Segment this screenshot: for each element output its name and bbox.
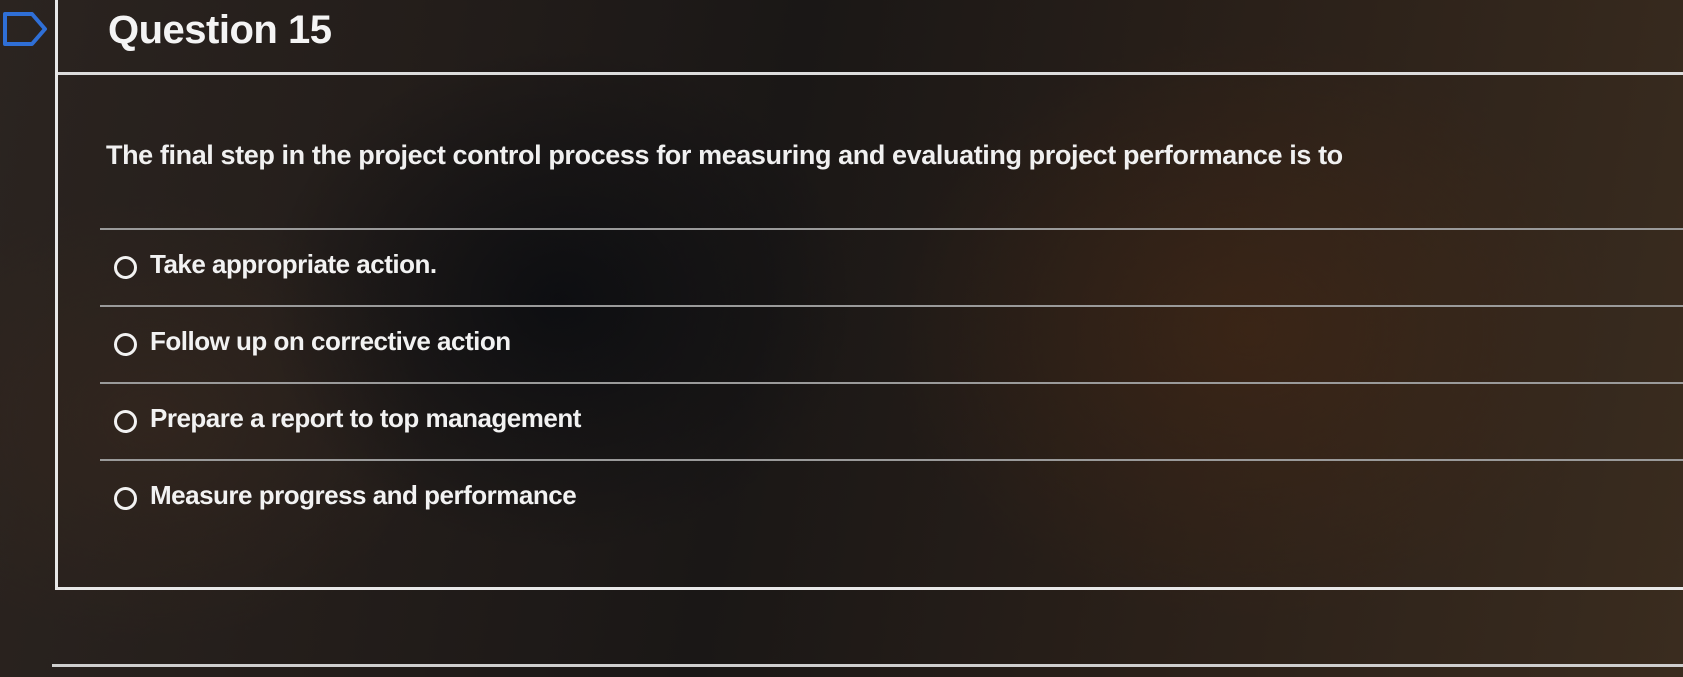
- radio-button[interactable]: [114, 333, 137, 356]
- question-title: Question 15: [108, 8, 332, 52]
- next-question-panel-edge: [52, 664, 1683, 667]
- answer-label[interactable]: Follow up on corrective action: [150, 326, 511, 357]
- question-text: The final step in the project control pr…: [106, 140, 1343, 170]
- answer-label[interactable]: Measure progress and performance: [150, 480, 577, 511]
- radio-button[interactable]: [114, 487, 137, 510]
- radio-button[interactable]: [114, 410, 137, 433]
- answer-option-2[interactable]: Follow up on corrective action: [100, 305, 1683, 382]
- answer-label[interactable]: Prepare a report to top management: [150, 403, 581, 434]
- answer-option-3[interactable]: Prepare a report to top management: [100, 382, 1683, 459]
- radio-button[interactable]: [114, 256, 137, 279]
- flag-question-icon[interactable]: [2, 10, 48, 48]
- question-panel: Question 15 The final step in the projec…: [55, 0, 1683, 590]
- answer-option-4[interactable]: Measure progress and performance: [100, 459, 1683, 536]
- header-divider: [58, 72, 1683, 75]
- answer-label[interactable]: Take appropriate action.: [150, 249, 437, 280]
- answer-list: Take appropriate action. Follow up on co…: [100, 228, 1683, 536]
- answer-option-1[interactable]: Take appropriate action.: [100, 228, 1683, 305]
